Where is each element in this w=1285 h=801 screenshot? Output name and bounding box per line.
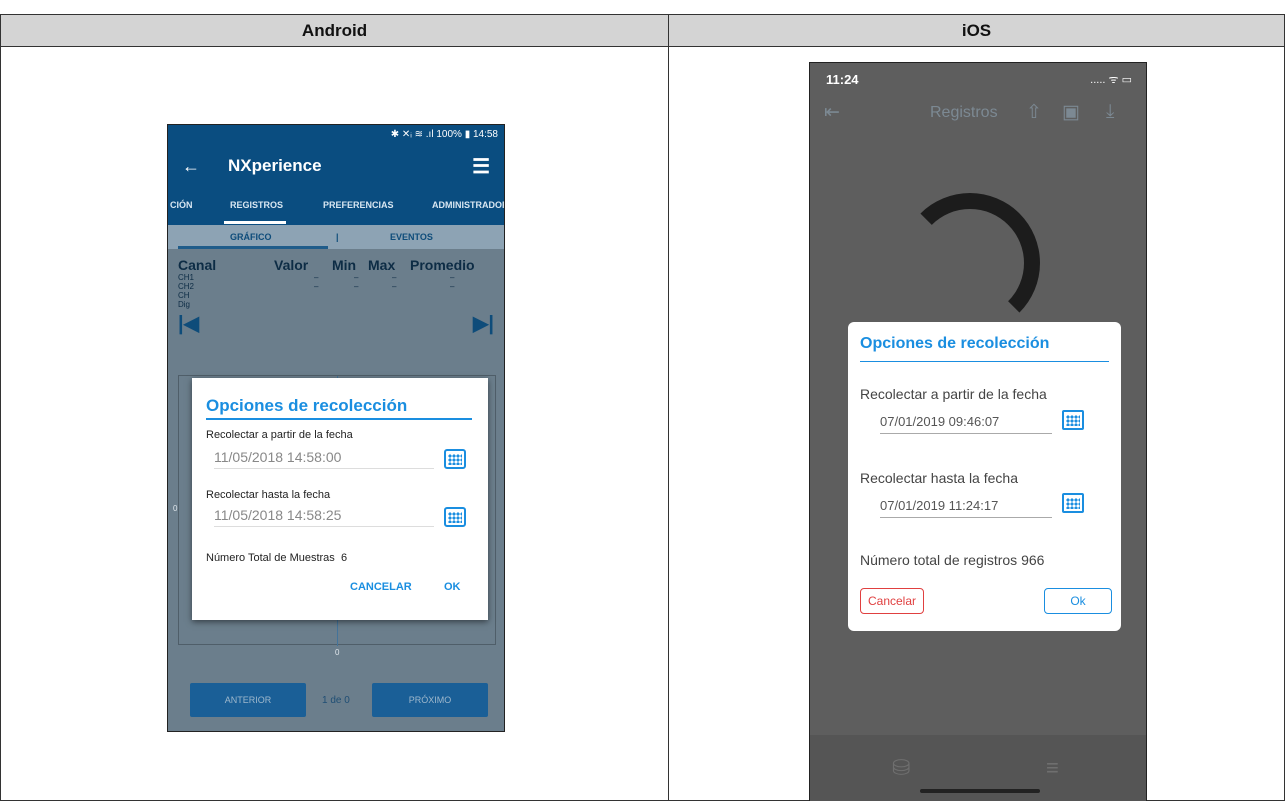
to-date-field[interactable]: 11/05/2018 14:58:25 — [214, 507, 434, 527]
ios-cell: 11:24 ..... ᯤ ▭ ⇤ Registros ⇧ ▣ ⤓ Opcion… — [668, 46, 1285, 801]
app-title: NXperience — [228, 156, 322, 175]
channel-value: – — [314, 282, 319, 291]
active-subtab-indicator — [178, 246, 328, 249]
from-date-label: Recolectar a partir de la fecha — [206, 429, 353, 441]
android-content-area: GRÁFICO | EVENTOS Canal Valor Min Max Pr… — [168, 225, 504, 731]
android-main-tabs: CIÓN REGISTROS PREFERENCIAS ADMINISTRADO… — [168, 187, 504, 225]
table-row: Dig — [178, 300, 498, 309]
channel-max: – — [392, 282, 397, 291]
database-icon[interactable]: ⛁ — [892, 755, 910, 781]
from-date-label: Recolectar a partir de la fecha — [860, 386, 1047, 402]
ok-button[interactable]: Ok — [1044, 588, 1112, 614]
collection-options-dialog: Opciones de recolección Recolectar a par… — [192, 378, 488, 620]
from-date-field[interactable]: 11/05/2018 14:58:00 — [214, 449, 434, 469]
android-sub-tabs: GRÁFICO | EVENTOS — [168, 225, 504, 249]
channel-avg: – — [450, 273, 455, 282]
tab-administrador[interactable]: ADMINISTRADOR — [432, 200, 504, 210]
table-row: CH — [178, 291, 498, 300]
column-promedio: Promedio — [410, 257, 475, 273]
channel-min: – — [354, 273, 359, 282]
total-records-value: 966 — [1021, 552, 1045, 568]
dialog-title: Opciones de recolección — [860, 335, 1050, 352]
download-icon[interactable]: ⤓ — [1106, 101, 1114, 123]
comparison-table: Android iOS ✱ ✕ᵢ ≋ .ıl 100% ▮ 14:58 ← NX… — [0, 14, 1285, 801]
to-date-field[interactable]: 07/01/2019 11:24:17 — [880, 498, 1052, 518]
tab-preferencias[interactable]: PREFERENCIAS — [323, 200, 394, 210]
column-valor: Valor — [274, 257, 309, 273]
channel-table: Canal Valor Min Max Promedio CH1 – – – –… — [178, 257, 498, 309]
nav-title: Registros — [930, 104, 998, 121]
ios-time: 11:24 — [826, 72, 859, 87]
channel-name: Dig — [178, 300, 191, 309]
table-row: CH2 – – – – — [178, 282, 498, 291]
home-indicator — [920, 789, 1040, 793]
calendar-icon[interactable] — [444, 507, 466, 527]
calendar-icon[interactable] — [1062, 493, 1084, 513]
comparison-page: Android iOS ✱ ✕ᵢ ≋ .ıl 100% ▮ 14:58 ← NX… — [0, 0, 1285, 801]
channel-max: – — [392, 273, 397, 282]
android-status-bar: ✱ ✕ᵢ ≋ .ıl 100% ▮ 14:58 — [168, 125, 504, 145]
channel-avg: – — [450, 282, 455, 291]
android-column-header: Android — [0, 14, 669, 47]
next-button[interactable]: PRÓXIMO — [372, 683, 488, 717]
column-canal: Canal — [178, 257, 217, 273]
ios-column-header: iOS — [668, 14, 1285, 47]
share-icon[interactable]: ⇧ — [1026, 101, 1042, 124]
column-max: Max — [368, 257, 396, 273]
save-icon[interactable]: ▣ — [1062, 101, 1080, 124]
subtab-divider: | — [336, 232, 339, 242]
subtab-grafico[interactable]: GRÁFICO — [230, 232, 272, 242]
channel-min: – — [354, 282, 359, 291]
ok-button[interactable]: OK — [444, 581, 461, 593]
collection-options-dialog: Opciones de recolección Recolectar a par… — [848, 322, 1121, 631]
list-icon[interactable]: ≡ — [1046, 755, 1059, 781]
dialog-title: Opciones de recolección — [206, 396, 408, 415]
ios-status-icons: ..... ᯤ ▭ — [1090, 74, 1132, 86]
channel-name: CH — [178, 291, 190, 300]
chart-scroll-left-icon[interactable]: |◀ — [178, 311, 199, 336]
android-cell: ✱ ✕ᵢ ≋ .ıl 100% ▮ 14:58 ← NXperience ☰ C… — [0, 46, 669, 801]
channel-value: – — [314, 273, 319, 282]
ios-phone-screen: 11:24 ..... ᯤ ▭ ⇤ Registros ⇧ ▣ ⤓ Opcion… — [809, 62, 1147, 801]
to-date-label: Recolectar hasta la fecha — [206, 489, 331, 501]
total-records-label: Número total de registros — [860, 552, 1018, 568]
android-phone-screen: ✱ ✕ᵢ ≋ .ıl 100% ▮ 14:58 ← NXperience ☰ C… — [167, 124, 505, 732]
android-app-bar: ← NXperience ☰ — [168, 145, 504, 187]
tab-registros[interactable]: REGISTROS — [230, 200, 283, 210]
subtab-eventos[interactable]: EVENTOS — [390, 232, 433, 242]
chart-x-zero-label: 0 — [335, 648, 340, 657]
chart-y-zero-label: 0 — [173, 504, 178, 513]
empty-state-face-icon — [900, 193, 1040, 333]
from-date-field[interactable]: 07/01/2019 09:46:07 — [880, 414, 1052, 434]
hamburger-menu-icon[interactable]: ☰ — [472, 154, 490, 179]
cancel-button[interactable]: CANCELAR — [350, 581, 412, 593]
ios-status-bar: 11:24 ..... ᯤ ▭ — [810, 63, 1146, 93]
cancel-button[interactable]: Cancelar — [860, 588, 924, 614]
page-indicator: 1 de 0 — [322, 695, 350, 706]
dialog-title-divider — [206, 418, 472, 420]
chart-scroll-right-icon[interactable]: ▶| — [473, 311, 494, 336]
column-min: Min — [332, 257, 357, 273]
ios-nav-bar: ⇤ Registros ⇧ ▣ ⤓ — [810, 93, 1146, 135]
logout-icon[interactable]: ⇤ — [824, 101, 840, 124]
channel-name: CH1 — [178, 273, 195, 282]
total-records: Número total de registros 966 — [860, 552, 1044, 568]
calendar-icon[interactable] — [444, 449, 466, 469]
to-date-label: Recolectar hasta la fecha — [860, 470, 1018, 486]
channel-name: CH2 — [178, 282, 195, 291]
calendar-icon[interactable] — [1062, 410, 1084, 430]
total-samples-value: 6 — [340, 552, 348, 564]
arrow-left-icon[interactable]: ← — [182, 156, 228, 177]
tab-informacion[interactable]: CIÓN — [170, 200, 193, 210]
top-caption-fragment — [4, 0, 904, 14]
active-tab-indicator — [224, 221, 286, 224]
total-samples: Número Total de Muestras 6 — [206, 552, 347, 564]
table-row: CH1 – – – – — [178, 273, 498, 282]
total-samples-label: Número Total de Muestras — [206, 552, 335, 564]
previous-button[interactable]: ANTERIOR — [190, 683, 306, 717]
dialog-title-divider — [860, 361, 1109, 362]
channel-table-header: Canal Valor Min Max Promedio — [178, 257, 498, 273]
